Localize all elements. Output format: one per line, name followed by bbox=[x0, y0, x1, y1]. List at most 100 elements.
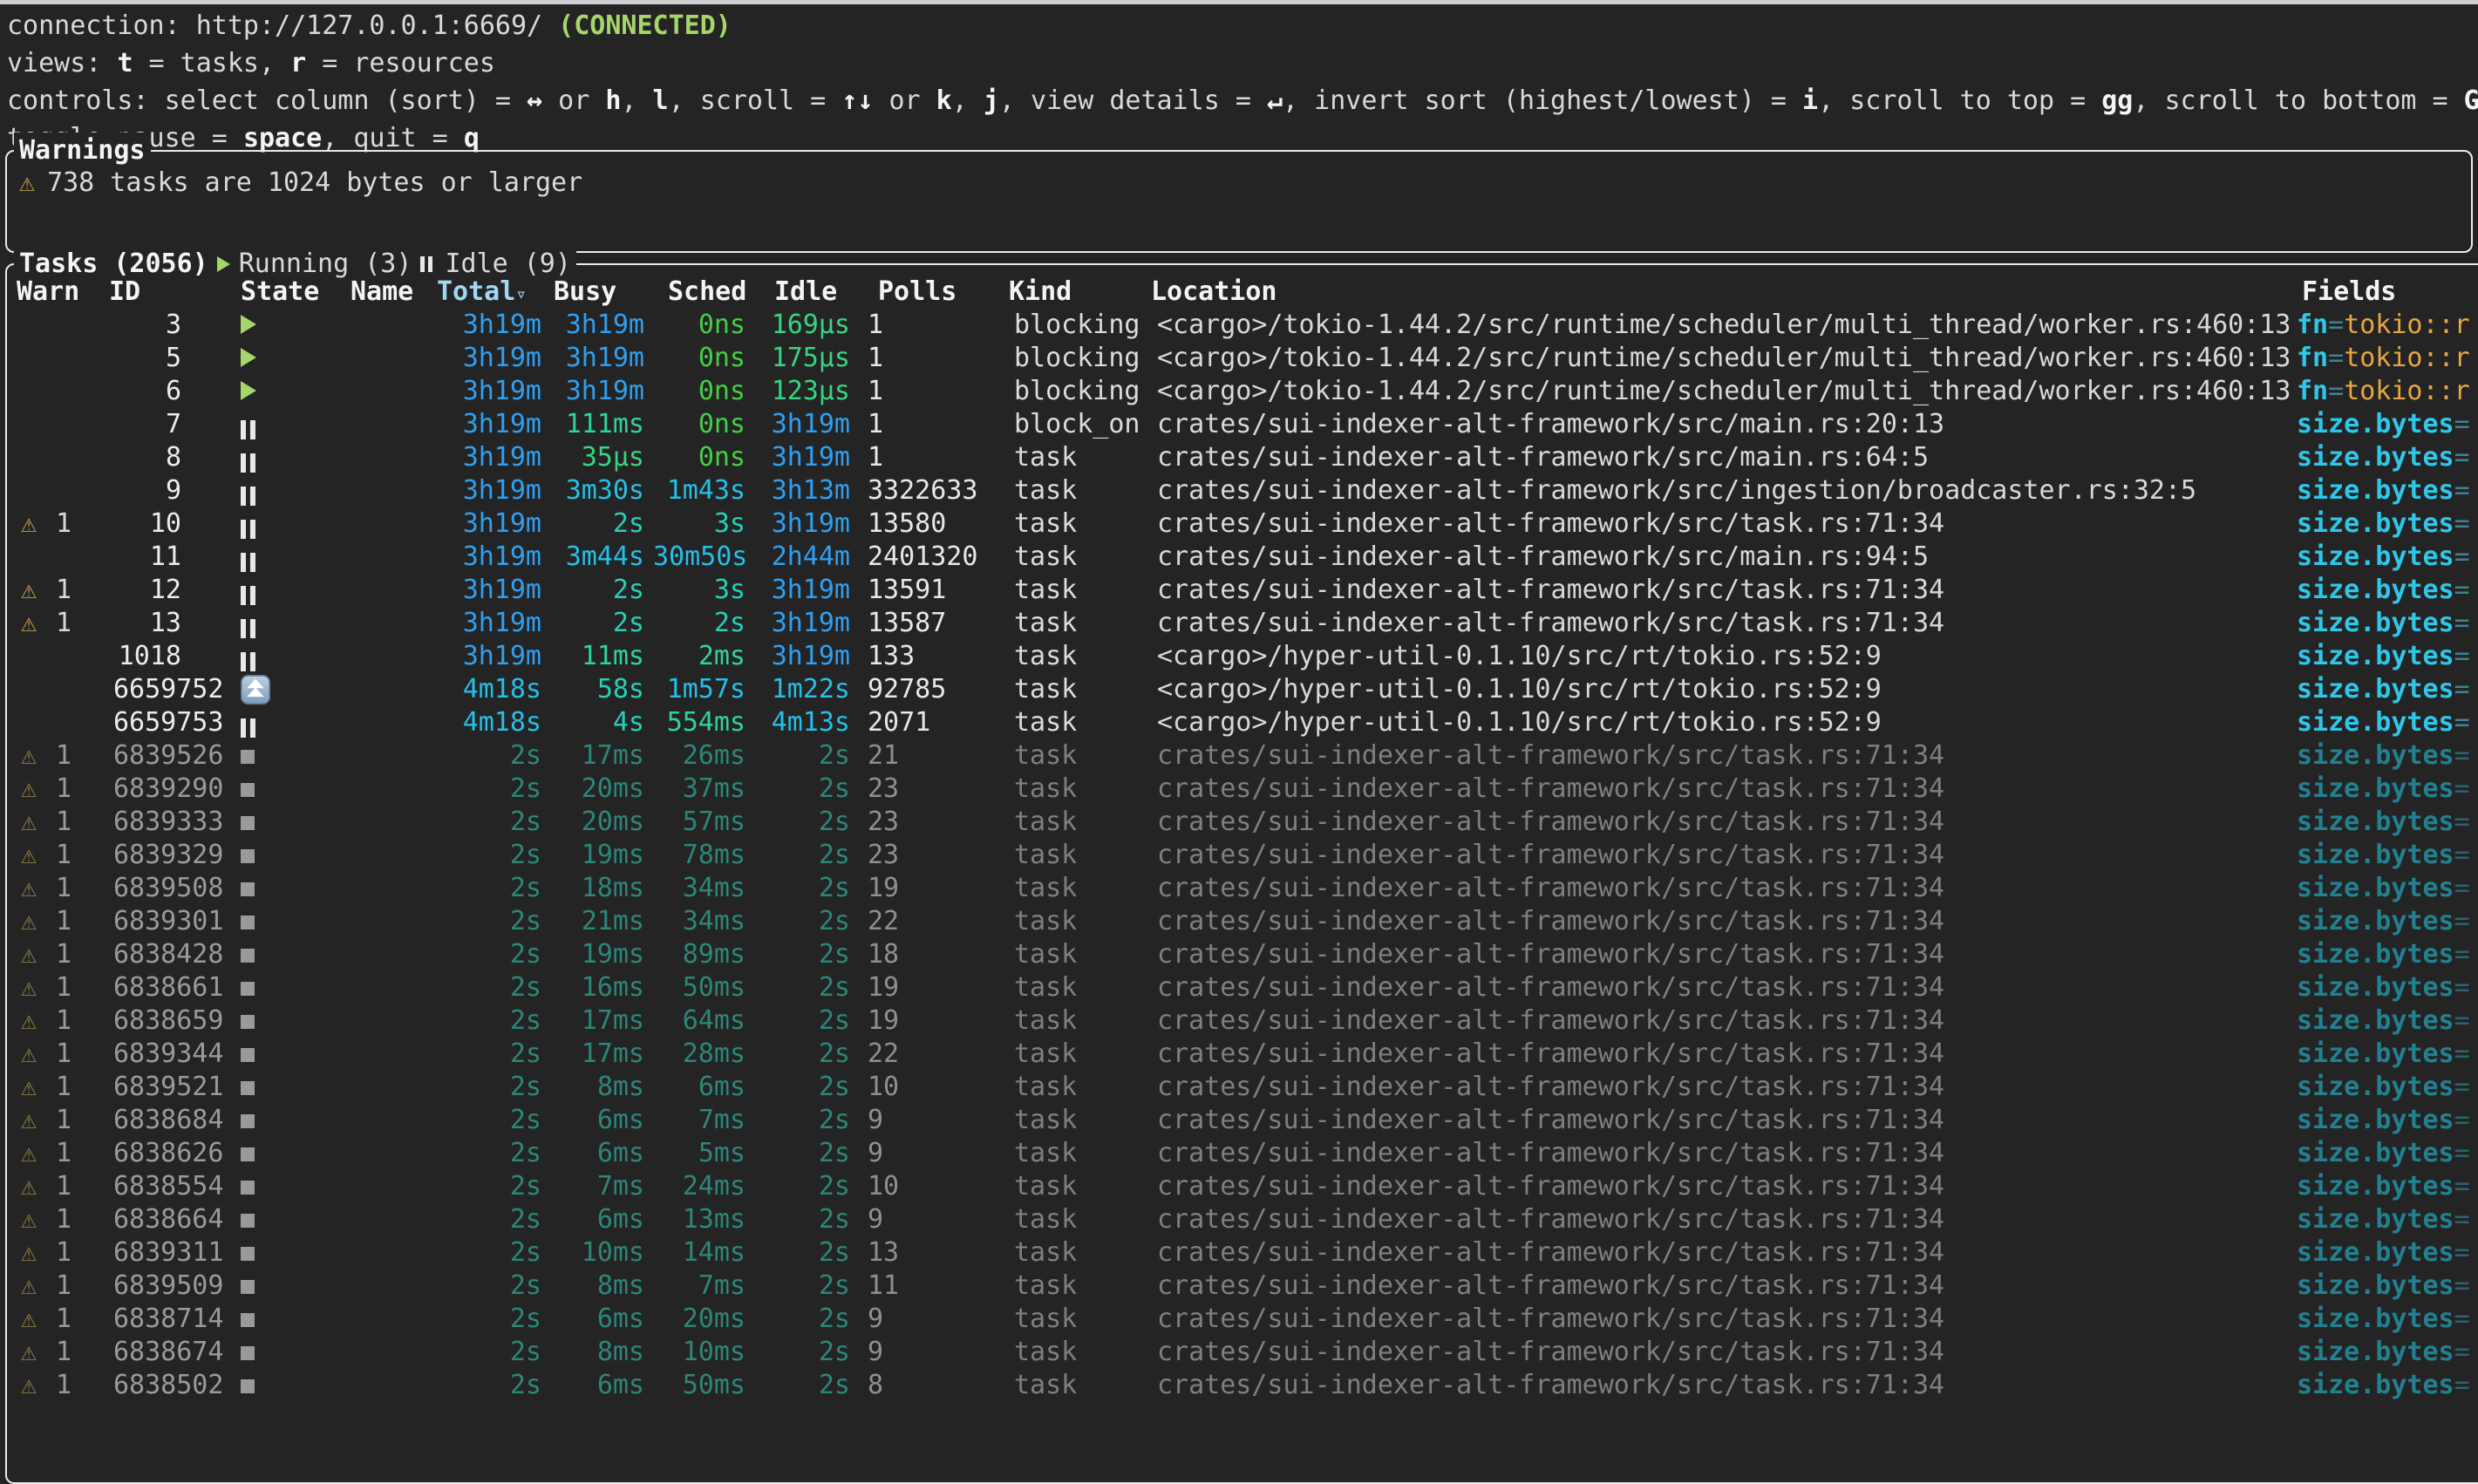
cell-location: crates/sui-indexer-alt-framework/src/tas… bbox=[1157, 971, 1944, 1004]
task-row[interactable]: ⚠168386842s6ms7ms2s9taskcrates/sui-index… bbox=[7, 1104, 2478, 1137]
cell-fields: size.bytes= bbox=[2297, 1270, 2470, 1303]
cell-fields: size.bytes= bbox=[2297, 541, 2470, 574]
cell-location: crates/sui-indexer-alt-framework/src/tas… bbox=[1157, 905, 1944, 938]
column-header-state[interactable]: State bbox=[241, 276, 319, 309]
field-key: size.bytes bbox=[2297, 906, 2454, 936]
task-row[interactable]: 10183h19m11ms2ms3h19m133task<cargo>/hype… bbox=[7, 640, 2478, 673]
column-header-polls[interactable]: Polls bbox=[878, 276, 956, 309]
cell-total-duration: 3h19m bbox=[356, 474, 541, 507]
cell-polls: 1 bbox=[868, 408, 883, 441]
task-row[interactable]: ⚠168386612s16ms50ms2s19taskcrates/sui-in… bbox=[7, 971, 2478, 1004]
field-key: size.bytes bbox=[2297, 1072, 2454, 1102]
field-key: size.bytes bbox=[2297, 740, 2454, 771]
column-header-warn[interactable]: Warn bbox=[17, 276, 79, 309]
cell-kind: task bbox=[1014, 1104, 1077, 1137]
task-row[interactable]: ⚠168393292s19ms78ms2s23taskcrates/sui-in… bbox=[7, 839, 2478, 872]
cell-state bbox=[241, 1071, 281, 1104]
cell-polls: 9 bbox=[868, 1137, 883, 1170]
task-row[interactable]: 33h19m3h19m0ns169µs1blocking<cargo>/toki… bbox=[7, 309, 2478, 342]
field-equals: = bbox=[2454, 442, 2470, 473]
cell-state bbox=[241, 474, 281, 507]
task-row[interactable]: ⚠168384282s19ms89ms2s18taskcrates/sui-in… bbox=[7, 938, 2478, 971]
cell-task-id: 12 bbox=[113, 574, 181, 607]
cell-warn-count: 1 bbox=[47, 1038, 71, 1071]
field-equals: = bbox=[2454, 575, 2470, 605]
task-row[interactable]: ⚠168386262s6ms5ms2s9taskcrates/sui-index… bbox=[7, 1137, 2478, 1170]
cell-idle-duration: 2s bbox=[754, 1236, 850, 1270]
tasks-table-header: Warn ID State Name Total▿ Busy Sched Idle Polls K… bbox=[7, 276, 2478, 309]
cell-idle-duration: 2s bbox=[754, 1071, 850, 1104]
column-header-sched[interactable]: Sched bbox=[668, 276, 746, 309]
task-row[interactable]: ⚠1103h19m2s3s3h19m13580taskcrates/sui-in… bbox=[7, 507, 2478, 541]
column-header-name[interactable]: Name bbox=[351, 276, 413, 309]
field-key: fn bbox=[2297, 343, 2328, 373]
cell-polls: 9 bbox=[868, 1104, 883, 1137]
task-row[interactable]: ⚠168395082s18ms34ms2s19taskcrates/sui-in… bbox=[7, 872, 2478, 905]
task-row[interactable]: 53h19m3h19m0ns175µs1blocking<cargo>/toki… bbox=[7, 342, 2478, 375]
column-header-kind[interactable]: Kind bbox=[1009, 276, 1072, 309]
column-header-idle[interactable]: Idle bbox=[774, 276, 837, 309]
cell-idle-duration: 2s bbox=[754, 806, 850, 839]
task-row[interactable]: ⚠168386742s8ms10ms2s9taskcrates/sui-inde… bbox=[7, 1336, 2478, 1369]
cell-fields: size.bytes= bbox=[2297, 872, 2470, 905]
cell-sched-duration: 37ms bbox=[653, 773, 745, 806]
views-text-4: = resources bbox=[306, 48, 495, 78]
cell-task-id: 6838428 bbox=[113, 938, 223, 971]
cell-polls: 23 bbox=[868, 773, 899, 806]
task-row[interactable]: 73h19m111ms0ns3h19m1block_oncrates/sui-i… bbox=[7, 408, 2478, 441]
field-equals: = bbox=[2454, 1171, 2470, 1201]
task-row[interactable]: 66597534m18s4s554ms4m13s2071task<cargo>/… bbox=[7, 706, 2478, 739]
field-equals: = bbox=[2454, 873, 2470, 903]
cell-sched-duration: 0ns bbox=[653, 342, 745, 375]
views-key-1: t bbox=[117, 48, 133, 78]
cell-kind: task bbox=[1014, 1270, 1077, 1303]
cell-busy-duration: 6ms bbox=[550, 1104, 644, 1137]
task-row[interactable]: 113h19m3m44s30m50s2h44m2401320taskcrates… bbox=[7, 541, 2478, 574]
cell-busy-duration: 6ms bbox=[550, 1369, 644, 1402]
task-row[interactable]: ⚠168392902s20ms37ms2s23taskcrates/sui-in… bbox=[7, 773, 2478, 806]
cell-warn-count: 1 bbox=[47, 773, 71, 806]
column-header-fields[interactable]: Fields bbox=[2302, 276, 2396, 309]
task-row[interactable]: 93h19m3m30s1m43s3h13m3322633taskcrates/s… bbox=[7, 474, 2478, 507]
task-row[interactable]: ⚠168387142s6ms20ms2s9taskcrates/sui-inde… bbox=[7, 1303, 2478, 1336]
row-warning-icon: ⚠ bbox=[21, 905, 37, 938]
cell-warn-count: 1 bbox=[47, 1104, 71, 1137]
cell-task-id: 1018 bbox=[113, 640, 181, 673]
task-row[interactable]: 83h19m35µs0ns3h19m1taskcrates/sui-indexe… bbox=[7, 441, 2478, 474]
cell-location: <cargo>/hyper-util-0.1.10/src/rt/tokio.r… bbox=[1157, 706, 1882, 739]
column-header-location[interactable]: Location bbox=[1151, 276, 1277, 309]
field-equals: = bbox=[2454, 1138, 2470, 1168]
controls-text-4: , bbox=[621, 85, 652, 116]
task-row[interactable]: 66597524m18s58s1m57s1m22s92785task<cargo… bbox=[7, 673, 2478, 706]
task-row[interactable]: ⚠168395212s8ms6ms2s10taskcrates/sui-inde… bbox=[7, 1071, 2478, 1104]
task-row[interactable]: ⚠1123h19m2s3s3h19m13591taskcrates/sui-in… bbox=[7, 574, 2478, 607]
task-row[interactable]: ⚠168386592s17ms64ms2s19taskcrates/sui-in… bbox=[7, 1004, 2478, 1038]
column-header-total[interactable]: Total▿ bbox=[437, 276, 527, 310]
task-row[interactable]: ⚠168393112s10ms14ms2s13taskcrates/sui-in… bbox=[7, 1236, 2478, 1270]
task-row[interactable]: ⚠168385542s7ms24ms2s10taskcrates/sui-ind… bbox=[7, 1170, 2478, 1203]
task-row[interactable]: 63h19m3h19m0ns123µs1blocking<cargo>/toki… bbox=[7, 375, 2478, 408]
cell-idle-duration: 3h19m bbox=[754, 507, 850, 541]
field-key: size.bytes bbox=[2297, 608, 2454, 638]
column-header-busy[interactable]: Busy bbox=[554, 276, 616, 309]
row-warning-icon: ⚠ bbox=[21, 1104, 37, 1137]
task-row[interactable]: ⚠168395262s17ms26ms2s21taskcrates/sui-in… bbox=[7, 739, 2478, 773]
cell-location: crates/sui-indexer-alt-framework/src/tas… bbox=[1157, 938, 1944, 971]
task-row[interactable]: ⚠168393332s20ms57ms2s23taskcrates/sui-in… bbox=[7, 806, 2478, 839]
cell-polls: 2071 bbox=[868, 706, 930, 739]
task-row[interactable]: ⚠168393442s17ms28ms2s22taskcrates/sui-in… bbox=[7, 1038, 2478, 1071]
field-key: size.bytes bbox=[2297, 641, 2454, 671]
task-row[interactable]: ⚠168395092s8ms7ms2s11taskcrates/sui-inde… bbox=[7, 1270, 2478, 1303]
task-row[interactable]: ⚠168385022s6ms50ms2s8taskcrates/sui-inde… bbox=[7, 1369, 2478, 1402]
cell-location: crates/sui-indexer-alt-framework/src/tas… bbox=[1157, 1203, 1944, 1236]
task-row[interactable]: ⚠168386642s6ms13ms2s9taskcrates/sui-inde… bbox=[7, 1203, 2478, 1236]
cell-idle-duration: 2s bbox=[754, 839, 850, 872]
task-row[interactable]: ⚠168393012s21ms34ms2s22taskcrates/sui-in… bbox=[7, 905, 2478, 938]
task-row[interactable]: ⚠1133h19m2s2s3h19m13587taskcrates/sui-in… bbox=[7, 607, 2478, 640]
cell-sched-duration: 30m50s bbox=[653, 541, 745, 574]
cell-location: crates/sui-indexer-alt-framework/src/tas… bbox=[1157, 1303, 1944, 1336]
cell-sched-duration: 1m57s bbox=[653, 673, 745, 706]
cell-busy-duration: 2s bbox=[550, 574, 644, 607]
column-header-id[interactable]: ID bbox=[109, 276, 140, 309]
field-value: tokio::r bbox=[2344, 376, 2470, 406]
